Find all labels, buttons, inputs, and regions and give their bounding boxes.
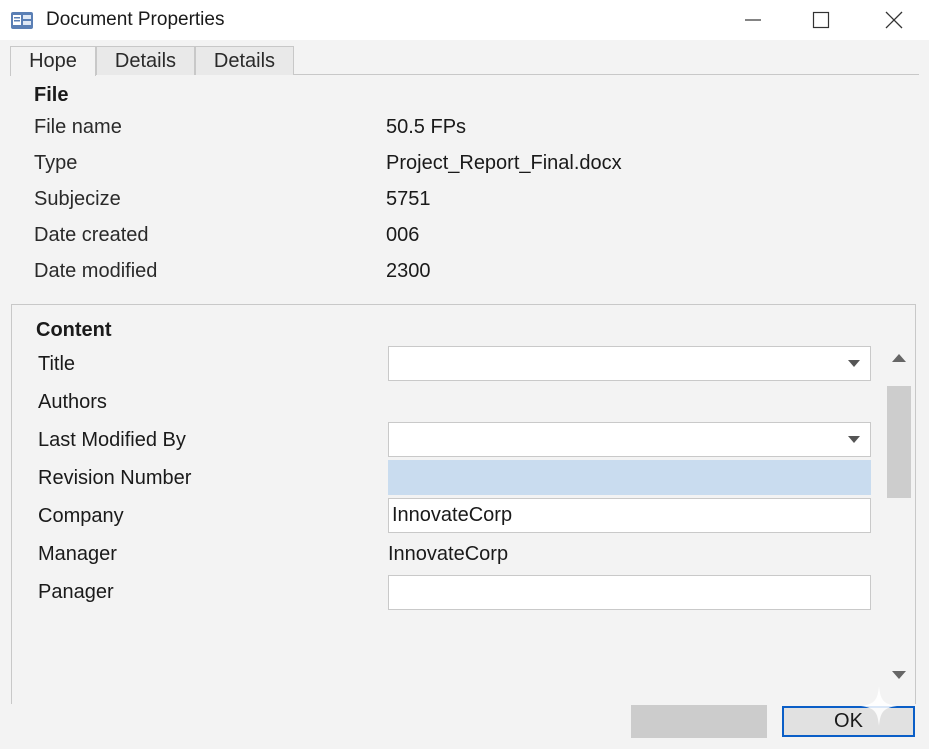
scroll-thumb[interactable] xyxy=(887,386,911,498)
panager-label: Panager xyxy=(38,581,114,603)
content-scrollbar[interactable] xyxy=(886,346,912,686)
authors-label: Authors xyxy=(38,391,107,413)
tab-details-2[interactable]: Details xyxy=(195,46,294,75)
maximize-button[interactable] xyxy=(798,0,844,40)
date-created-value: 006 xyxy=(386,224,420,246)
file-section-heading: File xyxy=(34,84,69,106)
type-value: Project_Report_Final.docx xyxy=(386,152,622,174)
manager-label: Manager xyxy=(38,543,117,565)
document-properties-icon xyxy=(11,12,33,29)
type-label: Type xyxy=(34,152,78,174)
date-created-label: Date created xyxy=(34,224,149,246)
close-button[interactable] xyxy=(871,0,917,40)
manager-value: InnovateCorp xyxy=(388,543,509,565)
date-modified-value: 2300 xyxy=(386,260,431,282)
revision-number-field[interactable] xyxy=(388,460,871,495)
title-bar: Document Properties xyxy=(0,0,929,40)
sparkle-icon xyxy=(861,686,897,726)
last-modified-by-label: Last Modified By xyxy=(38,429,186,451)
title-label: Title xyxy=(38,353,76,375)
file-name-value: 50.5 FPs xyxy=(386,116,467,138)
revision-number-label: Revision Number xyxy=(38,467,192,489)
close-icon xyxy=(885,11,903,29)
company-field[interactable]: InnovateCorp xyxy=(388,498,871,533)
company-label: Company xyxy=(38,505,124,527)
subject-size-label: Subjecize xyxy=(34,188,121,210)
minimize-button[interactable] xyxy=(730,0,776,40)
tab-details[interactable]: Details xyxy=(96,46,195,75)
content-section-heading: Content xyxy=(36,319,112,341)
blank-button[interactable] xyxy=(631,705,767,738)
chevron-down-icon[interactable] xyxy=(848,360,860,368)
panager-field[interactable] xyxy=(388,575,871,610)
scroll-up-icon[interactable] xyxy=(892,354,906,363)
title-combo[interactable] xyxy=(388,346,871,381)
minimize-icon xyxy=(745,19,761,21)
last-modified-by-combo[interactable] xyxy=(388,422,871,457)
file-name-label: File name xyxy=(34,116,122,138)
scroll-down-icon[interactable] xyxy=(892,671,906,680)
tab-hope[interactable]: Hope xyxy=(10,46,96,76)
window-title: Document Properties xyxy=(46,9,225,30)
maximize-icon xyxy=(812,11,830,29)
date-modified-label: Date modified xyxy=(34,260,158,282)
subject-size-value: 5751 xyxy=(386,188,431,210)
chevron-down-icon[interactable] xyxy=(848,436,860,444)
